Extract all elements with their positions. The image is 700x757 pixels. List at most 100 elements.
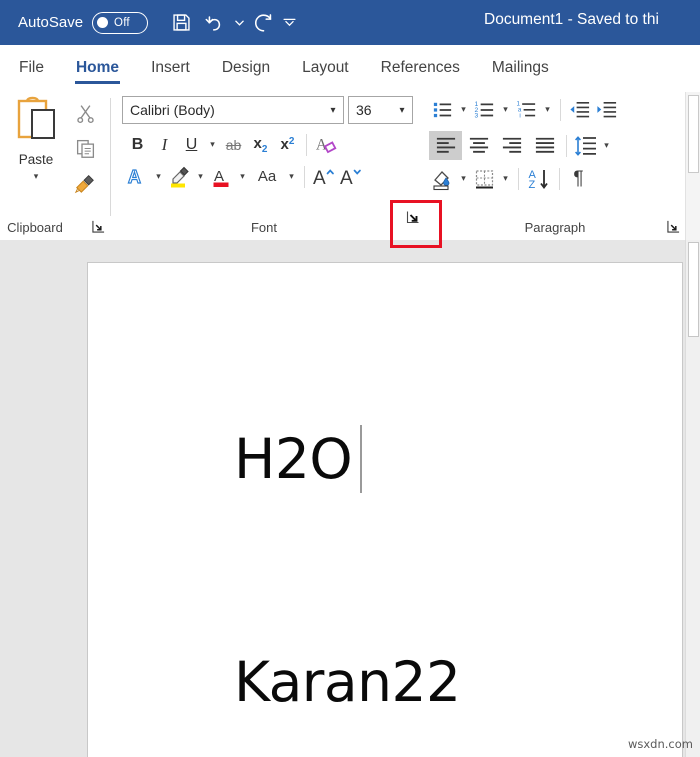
- font-name-size-row: Calibri (Body) ▾ 36 ▾: [122, 96, 413, 124]
- ribbon-group-clipboard: Paste ▾ Clipboard: [0, 90, 118, 240]
- paragraph-list-row: ▾ 1 2 3 ▾ 1 a i ▾: [429, 96, 620, 123]
- shading-dropdown-icon[interactable]: ▾: [456, 165, 471, 192]
- align-right-button[interactable]: [495, 131, 528, 160]
- ribbon-scrollbar[interactable]: [685, 92, 700, 240]
- svg-text:A: A: [340, 168, 353, 189]
- watermark: wsxdn.com: [627, 737, 693, 751]
- tab-insert-label: Insert: [151, 58, 190, 76]
- decrease-indent-button[interactable]: [566, 96, 593, 123]
- undo-dropdown-icon[interactable]: [232, 8, 246, 38]
- numbering-dropdown-icon[interactable]: ▾: [498, 96, 513, 123]
- word-window: AutoSave Off Document1 - Saved to thi Fi…: [0, 0, 700, 757]
- change-case-button[interactable]: Aa: [250, 163, 284, 190]
- multilevel-dropdown-icon[interactable]: ▾: [540, 96, 555, 123]
- customize-qat-icon[interactable]: [282, 8, 296, 38]
- text-effects-button[interactable]: A: [312, 131, 339, 158]
- sort-button[interactable]: A Z: [524, 165, 554, 192]
- show-formatting-marks-button[interactable]: ¶: [565, 165, 592, 192]
- borders-dropdown-icon[interactable]: ▾: [498, 165, 513, 192]
- tab-references-label: References: [380, 58, 460, 76]
- clipboard-dialog-launcher[interactable]: [90, 218, 106, 234]
- bullets-dropdown-icon[interactable]: ▾: [456, 96, 471, 123]
- tab-insert[interactable]: Insert: [135, 45, 206, 90]
- format-painter-icon[interactable]: [70, 168, 100, 198]
- shading-button[interactable]: [429, 165, 456, 192]
- superscript-button[interactable]: x2: [274, 131, 301, 158]
- svg-text:A: A: [128, 167, 141, 187]
- font-size-value: 36: [356, 102, 372, 118]
- tab-design[interactable]: Design: [206, 45, 286, 90]
- shrink-font-button[interactable]: A: [337, 163, 364, 190]
- increase-indent-button[interactable]: [593, 96, 620, 123]
- svg-text:A: A: [313, 168, 326, 189]
- paragraph-align-row: ▾: [429, 131, 614, 160]
- chevron-down-icon[interactable]: ▾: [34, 171, 39, 182]
- bullets-button[interactable]: [429, 96, 456, 123]
- font-color-button[interactable]: A: [208, 163, 235, 190]
- tab-file[interactable]: File: [0, 45, 60, 90]
- paste-button[interactable]: Paste ▾: [8, 96, 64, 208]
- underline-dropdown-icon[interactable]: ▾: [205, 131, 220, 158]
- clipboard-side-buttons: [68, 98, 102, 198]
- svg-text:3: 3: [474, 113, 478, 120]
- align-left-button[interactable]: [429, 131, 462, 160]
- grow-font-button[interactable]: A: [310, 163, 337, 190]
- divider: [306, 133, 307, 156]
- autosave-toggle[interactable]: Off: [92, 11, 149, 34]
- cut-icon[interactable]: [70, 98, 100, 128]
- document-line-1: H2O: [234, 427, 353, 491]
- document-page[interactable]: H2O Karan22: [87, 262, 683, 757]
- redo-icon[interactable]: [249, 8, 279, 38]
- paragraph-misc-row: ▾ ▾ A Z ¶: [429, 165, 592, 192]
- tab-layout[interactable]: Layout: [286, 45, 365, 90]
- save-icon[interactable]: [166, 8, 196, 38]
- underline-button[interactable]: U: [178, 131, 205, 158]
- font-name-input[interactable]: Calibri (Body) ▾: [122, 96, 344, 124]
- line-spacing-button[interactable]: [572, 132, 599, 159]
- strikethrough-button[interactable]: ab: [220, 131, 247, 158]
- chevron-down-icon[interactable]: ▾: [323, 105, 343, 116]
- multilevel-list-button[interactable]: 1 a i: [513, 96, 540, 123]
- font-dialog-launcher[interactable]: [405, 209, 421, 225]
- tab-layout-label: Layout: [302, 58, 349, 76]
- tab-references[interactable]: References: [365, 45, 476, 90]
- borders-button[interactable]: [471, 165, 498, 192]
- numbering-button[interactable]: 1 2 3: [471, 96, 498, 123]
- font-size-input[interactable]: 36 ▾: [348, 96, 413, 124]
- document-line-2: Karan22: [234, 650, 461, 714]
- autosave-state: Off: [114, 16, 130, 29]
- ribbon-group-clipboard-label: Clipboard: [7, 220, 63, 235]
- svg-text:Z: Z: [529, 179, 536, 191]
- paragraph-dialog-launcher[interactable]: [665, 218, 681, 234]
- text-effects-dropdown-icon[interactable]: ▾: [151, 163, 166, 190]
- undo-icon[interactable]: [199, 8, 229, 38]
- font-color-dropdown-icon[interactable]: ▾: [235, 163, 250, 190]
- vertical-scrollbar-thumb[interactable]: [688, 242, 699, 337]
- vertical-scrollbar[interactable]: [685, 240, 700, 757]
- chevron-down-icon[interactable]: ▾: [392, 105, 412, 116]
- tab-mailings-label: Mailings: [491, 58, 549, 76]
- font-format-row: A ▾ ▾ A ▾ Aa ▾ A A: [124, 163, 364, 190]
- autosave-knob: [97, 17, 109, 28]
- subscript-button[interactable]: x2: [247, 131, 274, 158]
- highlight-dropdown-icon[interactable]: ▾: [193, 163, 208, 190]
- bold-button[interactable]: B: [124, 131, 151, 158]
- text-highlight-button[interactable]: [166, 163, 193, 190]
- change-case-dropdown-icon[interactable]: ▾: [284, 163, 299, 190]
- font-style-row: B I U ▾ ab x2 x2 A: [124, 131, 339, 158]
- ribbon-group-font: Calibri (Body) ▾ 36 ▾ B I U ▾ ab x2 x2 A…: [118, 90, 419, 240]
- document-title: Document1 - Saved to thi: [484, 11, 659, 28]
- title-bar: AutoSave Off Document1 - Saved to thi: [0, 0, 700, 45]
- copy-icon[interactable]: [70, 133, 100, 163]
- italic-button[interactable]: I: [151, 131, 178, 158]
- line-spacing-dropdown-icon[interactable]: ▾: [599, 132, 614, 159]
- tab-mailings[interactable]: Mailings: [476, 45, 565, 90]
- group-separator: [110, 98, 111, 216]
- tab-file-label: File: [19, 58, 44, 76]
- tab-home[interactable]: Home: [60, 45, 135, 90]
- ribbon-scrollbar-thumb[interactable]: [688, 95, 699, 173]
- ribbon: Paste ▾ Clipboard Calibri (Body) ▾ 36 ▾ …: [0, 90, 700, 241]
- justify-button[interactable]: [528, 131, 561, 160]
- text-effects-wordart-button[interactable]: A: [124, 163, 151, 190]
- align-center-button[interactable]: [462, 131, 495, 160]
